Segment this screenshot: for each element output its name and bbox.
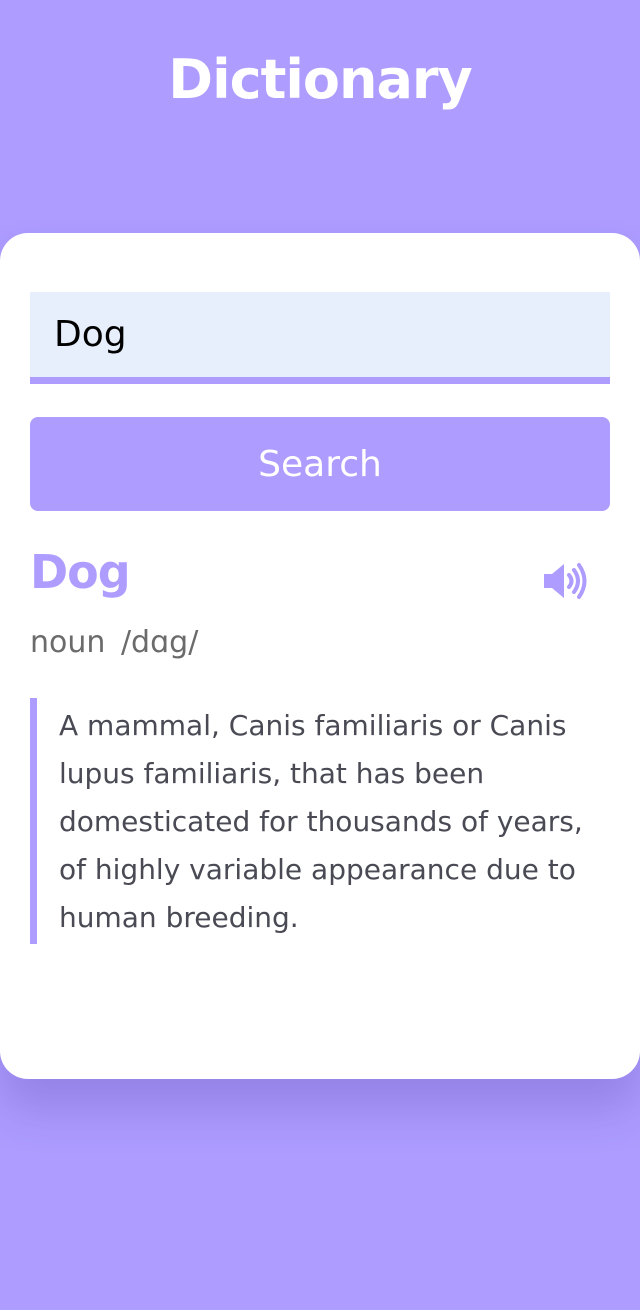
part-of-speech: noun: [30, 625, 106, 660]
result-word: Dog: [30, 545, 131, 599]
pronunciation-button[interactable]: [540, 559, 590, 603]
word-details: noun /dɑg/: [30, 621, 204, 665]
dictionary-card: Search Dog noun /dɑg/ A mammal, Canis fa…: [0, 233, 640, 1079]
search-input[interactable]: [30, 292, 610, 384]
app-title: Dictionary: [168, 48, 472, 111]
search-button[interactable]: Search: [30, 417, 610, 511]
definition-text: A mammal, Canis familiaris or Canis lupu…: [30, 698, 610, 944]
volume-up-icon: [544, 563, 587, 599]
phonetic-text: /dɑg/: [120, 625, 199, 660]
